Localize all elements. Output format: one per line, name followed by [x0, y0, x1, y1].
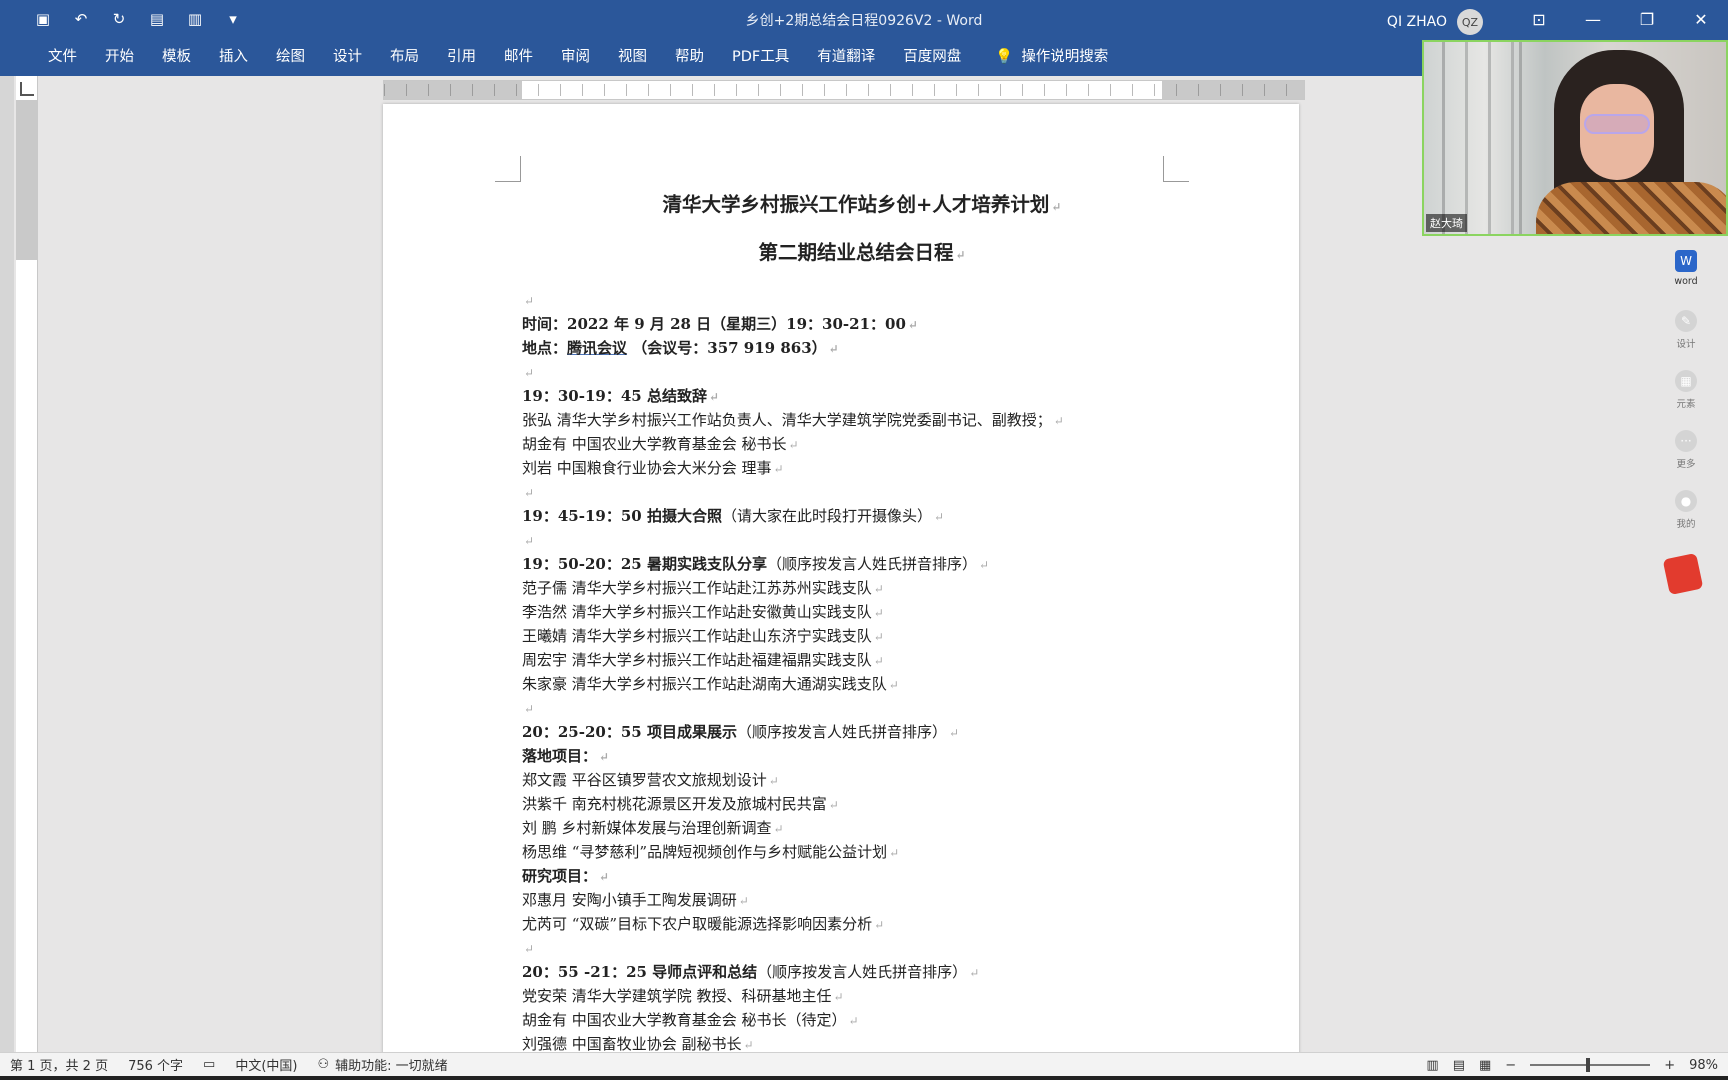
place-line: 地点：腾讯会议 （会议号：357 919 863） ↵	[522, 339, 839, 357]
tab-file[interactable]: 文件	[34, 38, 91, 76]
elements-icon: ▦	[1675, 370, 1697, 392]
section-heading: 19：30-19：45 总结致辞 ↵	[522, 387, 720, 405]
more-icon: ···	[1675, 430, 1697, 452]
list-item: 朱家豪 清华大学乡村振兴工作站赴湖南大通湖实践支队 ↵	[522, 675, 899, 693]
minimize-icon[interactable]: —	[1566, 0, 1620, 38]
tab-home[interactable]: 开始	[91, 38, 148, 76]
list-item: 李浩然 清华大学乡村振兴工作站赴安徽黄山实践支队 ↵	[522, 603, 884, 621]
sidebar-item-profile[interactable]: ● 我的	[1660, 490, 1712, 550]
doc-title-2: 第二期结业总结会日程 ↵	[758, 241, 966, 264]
proofing-icon[interactable]: ▭	[193, 1057, 225, 1072]
tab-pdf-tools[interactable]: PDF工具	[718, 38, 803, 76]
crop-mark	[1163, 156, 1189, 182]
print-layout-icon[interactable]: ▤	[1453, 1058, 1465, 1073]
right-sidebar: W word ✎ 设计 ▦ 元素 ··· 更多 ● 我的	[1660, 250, 1712, 550]
taskbar-strip	[0, 1076, 1728, 1080]
list-item: 郑文霞 平谷区镇罗营农文旅规划设计 ↵	[522, 771, 779, 789]
tab-insert[interactable]: 插入	[205, 38, 262, 76]
list-item: 党安荣 清华大学建筑学院 教授、科研基地主任 ↵	[522, 987, 844, 1005]
list-item: 尤芮可 “双碳”目标下农户取暖能源选择影响因素分析 ↵	[522, 915, 885, 933]
list-item: 杨思维 “寻梦慈利”品牌短视频创作与乡村赋能公益计划 ↵	[522, 843, 900, 861]
zoom-in-icon[interactable]: +	[1664, 1058, 1675, 1073]
word-icon: W	[1675, 250, 1697, 272]
list-item: 邓惠月 安陶小镇手工陶发展调研 ↵	[522, 891, 749, 909]
tab-templates[interactable]: 模板	[148, 38, 205, 76]
document-body[interactable]: 清华大学乡村振兴工作站乡创+人才培养计划 ↵ 第二期结业总结会日程 ↵ ↵ 时间：2…	[522, 192, 1202, 1056]
section-heading: 19：50-20：25 暑期实践支队分享（顺序按发言人姓氏拼音排序） ↵	[522, 555, 990, 573]
tab-review[interactable]: 审阅	[547, 38, 604, 76]
red-envelope-icon[interactable]	[1662, 552, 1704, 596]
word-count[interactable]: 756 个字	[118, 1055, 193, 1074]
vertical-ruler	[16, 76, 38, 1056]
accessibility-status[interactable]: ⚇ 辅助功能: 一切就绪	[307, 1055, 457, 1074]
section-heading: 20：55 -21：25 导师点评和总结（顺序按发言人姓氏拼音排序） ↵	[522, 963, 980, 981]
sidebar-item-word[interactable]: W word	[1660, 250, 1712, 310]
tab-youdao[interactable]: 有道翻译	[803, 38, 889, 76]
restore-icon[interactable]: ❐	[1620, 0, 1674, 38]
tab-help[interactable]: 帮助	[661, 38, 718, 76]
list-item: 刘岩 中国粮食行业协会大米分会 理事 ↵	[522, 459, 784, 477]
sidebar-item-more[interactable]: ··· 更多	[1660, 430, 1712, 490]
web-layout-icon[interactable]: ▦	[1479, 1058, 1491, 1073]
close-icon[interactable]: ✕	[1674, 0, 1728, 38]
list-item: 洪紫千 南充村桃花源景区开发及旅城村民共富 ↵	[522, 795, 839, 813]
design-icon: ✎	[1675, 310, 1697, 332]
section-heading: 19：45-19：50 拍摄大合照（请大家在此时段打开摄像头） ↵	[522, 507, 945, 525]
tab-references[interactable]: 引用	[433, 38, 490, 76]
video-thumbnail[interactable]: 赵大琦	[1422, 40, 1728, 236]
list-item: 范子儒 清华大学乡村振兴工作站赴江苏苏州实践支队 ↵	[522, 579, 884, 597]
time-line: 时间：2022 年 9 月 28 日（星期三）19：30-21：00 ↵	[522, 315, 918, 333]
user-name: QI ZHAO	[1386, 14, 1447, 30]
zoom-out-icon[interactable]: −	[1505, 1058, 1516, 1073]
ribbon-display-icon[interactable]: ⊡	[1512, 0, 1566, 38]
title-bar: ▣ ↶ ↻ ▤ ▥ ▾ 乡创+2期总结会日程0926V2 - Word QI Z…	[0, 0, 1728, 38]
zoom-slider[interactable]	[1530, 1058, 1651, 1072]
tab-mailings[interactable]: 邮件	[490, 38, 547, 76]
list-item: 王曦婧 清华大学乡村振兴工作站赴山东济宁实践支队 ↵	[522, 627, 884, 645]
profile-icon: ●	[1675, 490, 1697, 512]
tell-me-label: 操作说明搜索	[1021, 49, 1109, 65]
tab-view[interactable]: 视图	[604, 38, 661, 76]
subheading-research: 研究项目： ↵	[522, 867, 610, 885]
tell-me-search[interactable]: 💡 操作说明搜索	[981, 38, 1122, 76]
lightbulb-icon: 💡	[995, 49, 1014, 65]
doc-title-1: 清华大学乡村振兴工作站乡创+人才培养计划 ↵	[662, 193, 1062, 216]
sidebar-item-elements[interactable]: ▦ 元素	[1660, 370, 1712, 430]
list-item: 胡金有 中国农业大学教育基金会 秘书长（待定） ↵	[522, 1011, 859, 1029]
tab-draw[interactable]: 绘图	[262, 38, 319, 76]
avatar[interactable]: QZ	[1457, 9, 1483, 35]
list-item: 张弘 清华大学乡村振兴工作站负责人、清华大学建筑学院党委副书记、副教授； ↵	[522, 411, 1064, 429]
horizontal-ruler[interactable]	[383, 80, 1305, 100]
page-count[interactable]: 第 1 页，共 2 页	[0, 1055, 118, 1074]
tab-selector-icon[interactable]	[20, 82, 34, 96]
tab-baidu[interactable]: 百度网盘	[889, 38, 975, 76]
tab-design[interactable]: 设计	[319, 38, 376, 76]
subheading-landing: 落地项目： ↵	[522, 747, 610, 765]
tab-layout[interactable]: 布局	[376, 38, 433, 76]
language[interactable]: 中文(中国)	[225, 1055, 307, 1074]
participant-name: 赵大琦	[1426, 214, 1467, 232]
window-background	[1442, 42, 1522, 234]
left-gutter	[0, 76, 14, 1056]
crop-mark	[495, 156, 521, 182]
read-mode-icon[interactable]: ▥	[1426, 1058, 1438, 1073]
list-item: 周宏宇 清华大学乡村振兴工作站赴福建福鼎实践支队 ↵	[522, 651, 884, 669]
status-bar: 第 1 页，共 2 页 756 个字 ▭ 中文(中国) ⚇ 辅助功能: 一切就绪…	[0, 1052, 1728, 1076]
list-item: 刘 鹏 乡村新媒体发展与治理创新调查 ↵	[522, 819, 784, 837]
accessibility-icon: ⚇	[317, 1057, 330, 1072]
list-item: 胡金有 中国农业大学教育基金会 秘书长 ↵	[522, 435, 799, 453]
zoom-level[interactable]: 98%	[1689, 1058, 1718, 1073]
section-heading: 20：25-20：55 项目成果展示（顺序按发言人姓氏拼音排序） ↵	[522, 723, 960, 741]
sidebar-item-design[interactable]: ✎ 设计	[1660, 310, 1712, 370]
user-account[interactable]: QI ZHAO QZ	[1387, 9, 1483, 35]
document-page[interactable]: 清华大学乡村振兴工作站乡创+人才培养计划 ↵ 第二期结业总结会日程 ↵ ↵ 时间：2…	[383, 104, 1299, 1056]
